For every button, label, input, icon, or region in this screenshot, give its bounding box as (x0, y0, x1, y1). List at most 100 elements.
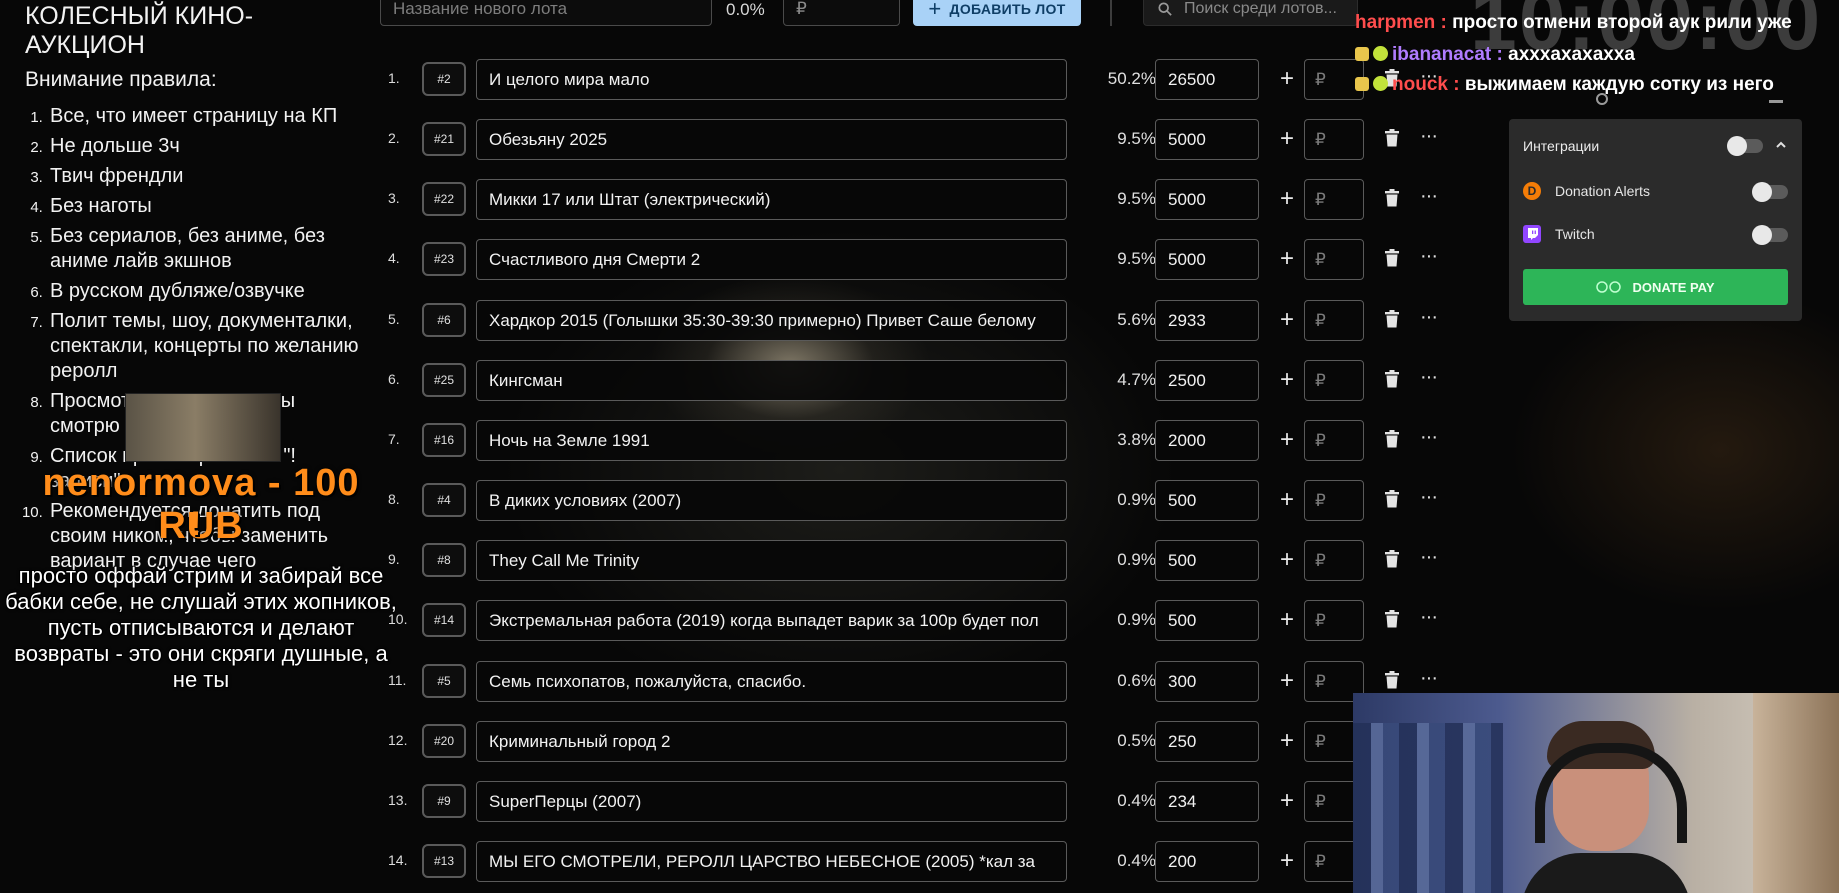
lot-search-input[interactable] (1182, 0, 1356, 19)
lot-add-amount-input[interactable]: ₽ (1304, 179, 1364, 220)
lot-name-field[interactable]: Экстремальная работа (2019) когда выпаде… (476, 600, 1067, 641)
lot-id-badge[interactable]: #9 (422, 784, 466, 818)
donation-alerts-toggle[interactable] (1752, 182, 1788, 202)
add-amount-button[interactable]: + (1273, 604, 1301, 636)
lot-name-field[interactable]: They Call Me Trinity (476, 540, 1067, 581)
more-options-icon[interactable]: ··· (1420, 606, 1438, 629)
integrations-master-toggle[interactable] (1727, 136, 1763, 156)
add-amount-button[interactable]: + (1273, 243, 1301, 275)
moon-badge-icon (1355, 47, 1369, 61)
add-amount-button[interactable]: + (1273, 123, 1301, 155)
add-amount-button[interactable]: + (1273, 544, 1301, 576)
lot-name-field[interactable]: Обезьяну 2025 (476, 119, 1067, 160)
add-amount-button[interactable]: + (1273, 183, 1301, 215)
more-options-icon[interactable]: ··· (1420, 306, 1438, 329)
more-options-icon[interactable]: ··· (1420, 366, 1438, 389)
lot-amount-field[interactable]: 26500 (1155, 59, 1259, 100)
new-lot-amount-input[interactable] (783, 0, 900, 26)
lot-name-field[interactable]: Микки 17 или Штат (электрический) (476, 179, 1067, 220)
chevron-up-icon[interactable] (1775, 139, 1787, 151)
lot-amount-field[interactable]: 2933 (1155, 300, 1259, 341)
new-lot-name-input[interactable] (380, 0, 712, 26)
more-options-icon[interactable]: ··· (1420, 125, 1438, 148)
lot-id-badge[interactable]: #21 (422, 122, 466, 156)
lot-add-amount-input[interactable]: ₽ (1304, 360, 1364, 401)
trash-icon[interactable] (1384, 249, 1400, 267)
more-options-icon[interactable]: ··· (1420, 667, 1438, 690)
lot-amount-field[interactable]: 2500 (1155, 360, 1259, 401)
trash-icon[interactable] (1384, 129, 1400, 147)
lot-id-badge[interactable]: #20 (422, 724, 466, 758)
lot-id-badge[interactable]: #2 (422, 62, 466, 96)
lot-amount-field[interactable]: 200 (1155, 841, 1259, 882)
lot-id-badge[interactable]: #22 (422, 182, 466, 216)
lot-amount-field[interactable]: 500 (1155, 540, 1259, 581)
twitch-toggle[interactable] (1752, 225, 1788, 245)
lot-id-badge[interactable]: #16 (422, 423, 466, 457)
add-amount-button[interactable]: + (1273, 63, 1301, 95)
more-options-icon[interactable]: ··· (1420, 546, 1438, 569)
lot-id-badge[interactable]: #25 (422, 363, 466, 397)
lot-id-badge[interactable]: #4 (422, 483, 466, 517)
lot-add-amount-input[interactable]: ₽ (1304, 239, 1364, 280)
add-amount-button[interactable]: + (1273, 304, 1301, 336)
lot-id-badge[interactable]: #14 (422, 603, 466, 637)
trash-icon[interactable] (1384, 370, 1400, 388)
lot-amount-field[interactable]: 250 (1155, 721, 1259, 762)
trash-icon[interactable] (1384, 490, 1400, 508)
lot-name-field[interactable]: Семь психопатов, пожалуйста, спасибо. (476, 661, 1067, 702)
lot-id-badge[interactable]: #13 (422, 844, 466, 878)
trash-icon[interactable] (1384, 310, 1400, 328)
lot-id-badge[interactable]: #23 (422, 242, 466, 276)
lot-name-field[interactable]: И целого мира мало (476, 59, 1067, 100)
lot-index: 13. (388, 792, 408, 808)
lot-id-badge[interactable]: #5 (422, 664, 466, 698)
add-amount-button[interactable]: + (1273, 484, 1301, 516)
lot-name-field[interactable]: SuperПерцы (2007) (476, 781, 1067, 822)
lot-id-badge[interactable]: #6 (422, 303, 466, 337)
trash-icon[interactable] (1384, 671, 1400, 689)
add-lot-button[interactable]: + ДОБАВИТЬ ЛОТ (913, 0, 1081, 26)
add-amount-button[interactable]: + (1273, 725, 1301, 757)
lot-index: 9. (388, 551, 400, 567)
lot-amount-field[interactable]: 5000 (1155, 239, 1259, 280)
add-amount-button[interactable]: + (1273, 424, 1301, 456)
more-options-icon[interactable]: ··· (1420, 185, 1438, 208)
lot-name-field[interactable]: Кингсман (476, 360, 1067, 401)
lot-add-amount-input[interactable]: ₽ (1304, 119, 1364, 160)
lot-percent: 0.9% (1117, 610, 1156, 629)
lot-amount-field[interactable]: 5000 (1155, 179, 1259, 220)
lot-amount-field[interactable]: 234 (1155, 781, 1259, 822)
lot-name-field[interactable]: Криминальный город 2 (476, 721, 1067, 762)
lot-name-field[interactable]: В диких условиях (2007) (476, 480, 1067, 521)
add-amount-button[interactable]: + (1273, 665, 1301, 697)
lot-percent: 0.4% (1117, 791, 1156, 810)
lot-amount-field[interactable]: 500 (1155, 480, 1259, 521)
lot-name-field[interactable]: Хардкор 2015 (Голышки 35:30-39:30 пример… (476, 300, 1067, 341)
lot-search-box[interactable] (1143, 0, 1358, 26)
lot-amount-field[interactable]: 300 (1155, 661, 1259, 702)
lot-add-amount-input[interactable]: ₽ (1304, 600, 1364, 641)
add-amount-button[interactable]: + (1273, 364, 1301, 396)
more-options-icon[interactable]: ··· (1420, 245, 1438, 268)
trash-icon[interactable] (1384, 189, 1400, 207)
lot-add-amount-input[interactable]: ₽ (1304, 540, 1364, 581)
lot-add-amount-input[interactable]: ₽ (1304, 300, 1364, 341)
lot-amount-field[interactable]: 5000 (1155, 119, 1259, 160)
add-amount-button[interactable]: + (1273, 785, 1301, 817)
trash-icon[interactable] (1384, 430, 1400, 448)
donate-pay-button[interactable]: DONATE PAY (1523, 269, 1788, 305)
more-options-icon[interactable]: ··· (1420, 426, 1438, 449)
more-options-icon[interactable]: ··· (1420, 486, 1438, 509)
trash-icon[interactable] (1384, 610, 1400, 628)
lot-add-amount-input[interactable]: ₽ (1304, 480, 1364, 521)
lot-id-badge[interactable]: #8 (422, 543, 466, 577)
trash-icon[interactable] (1384, 550, 1400, 568)
lot-amount-field[interactable]: 500 (1155, 600, 1259, 641)
lot-amount-field[interactable]: 2000 (1155, 420, 1259, 461)
lot-name-field[interactable]: Ночь на Земле 1991 (476, 420, 1067, 461)
lot-name-field[interactable]: Счастливого дня Смерти 2 (476, 239, 1067, 280)
lot-name-field[interactable]: МЫ ЕГО СМОТРЕЛИ, РЕРОЛЛ ЦАРСТВО НЕБЕСНОЕ… (476, 841, 1067, 882)
add-amount-button[interactable]: + (1273, 845, 1301, 877)
lot-add-amount-input[interactable]: ₽ (1304, 420, 1364, 461)
